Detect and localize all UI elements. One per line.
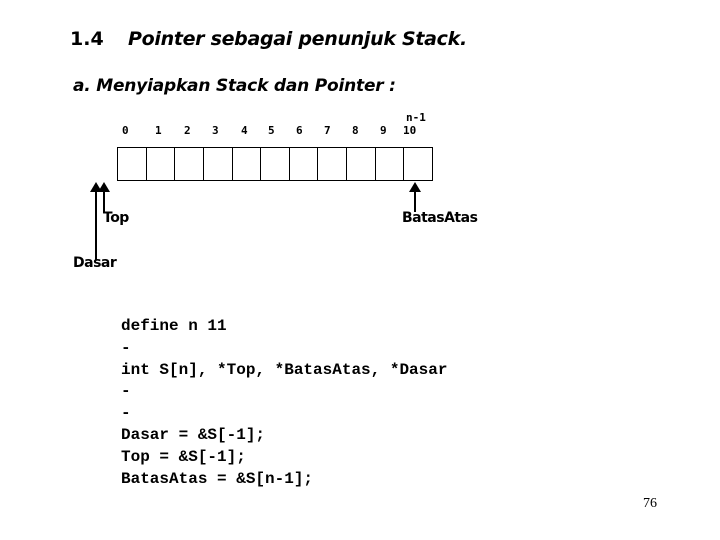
code-line: -: [121, 382, 131, 401]
code-line: Dasar = &S[-1];: [121, 425, 266, 444]
code-line: -: [121, 404, 131, 423]
batas-atas-pointer-label: BatasAtas: [402, 210, 478, 226]
code-block: define n 11 - int S[n], *Top, *BatasAtas…: [121, 316, 447, 490]
code-line: -: [121, 338, 131, 357]
dasar-arrow-icon: [90, 182, 102, 260]
code-line: Top = &S[-1];: [121, 447, 246, 466]
top-arrow-icon: [98, 182, 110, 213]
code-line: define n 11: [121, 317, 227, 335]
dasar-pointer-label: Dasar: [73, 255, 117, 271]
top-pointer-label: Top: [103, 210, 129, 226]
code-line: BatasAtas = &S[n-1];: [121, 469, 314, 488]
page-number: 76: [643, 496, 657, 511]
code-line: int S[n], *Top, *BatasAtas, *Dasar: [121, 360, 448, 379]
batas-atas-arrow-icon: [409, 182, 421, 212]
